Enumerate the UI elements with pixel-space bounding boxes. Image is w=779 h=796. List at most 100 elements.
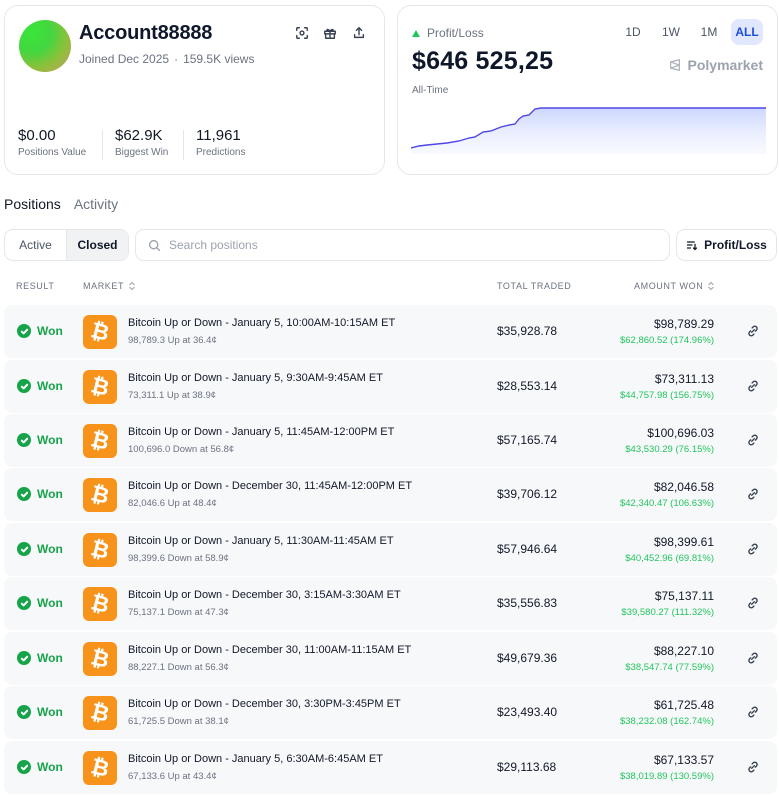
- amount-won-value: $75,137.11: [654, 589, 714, 603]
- stat-label: Predictions: [196, 147, 246, 158]
- result-badge: Won: [17, 542, 63, 556]
- range-tab-1m[interactable]: 1M: [693, 19, 725, 45]
- amount-won-value: $73,311.13: [654, 372, 714, 386]
- total-traded-value: $28,553.14: [497, 379, 558, 393]
- table-row[interactable]: Won ₿ Bitcoin Up or Down - December 30, …: [4, 577, 777, 630]
- market-title[interactable]: Bitcoin Up or Down - January 5, 11:30AM-…: [128, 535, 394, 547]
- market-title[interactable]: Bitcoin Up or Down - January 5, 6:30AM-6…: [128, 753, 383, 765]
- table-row[interactable]: Won ₿ Bitcoin Up or Down - December 30, …: [4, 468, 777, 521]
- link-icon[interactable]: [746, 433, 760, 447]
- table-row[interactable]: Won ₿ Bitcoin Up or Down - January 5, 9:…: [4, 360, 777, 413]
- table-row[interactable]: Won ₿ Bitcoin Up or Down - January 5, 6:…: [4, 741, 777, 794]
- column-header-result: RESULT: [16, 281, 55, 291]
- result-badge: Won: [17, 651, 63, 665]
- result-label: Won: [37, 487, 63, 501]
- stat-label: Positions Value: [18, 147, 87, 158]
- joined-date: Joined Dec 2025: [79, 52, 170, 66]
- check-circle-icon: [17, 487, 31, 501]
- result-badge: Won: [17, 487, 63, 501]
- tab-activity[interactable]: Activity: [74, 196, 118, 212]
- link-icon[interactable]: [746, 596, 760, 610]
- amount-won-value: $61,725.48: [653, 698, 714, 712]
- result-label: Won: [37, 651, 63, 665]
- total-traded-value: $39,706.12: [497, 487, 558, 501]
- link-icon[interactable]: [746, 542, 760, 556]
- result-badge: Won: [17, 433, 63, 447]
- filter-active-button[interactable]: Active: [5, 230, 66, 260]
- result-label: Won: [37, 760, 63, 774]
- profit-value: $38,547.74 (77.59%): [625, 662, 714, 673]
- market-position-detail: 98,399.6 Down at 58.9¢: [128, 553, 229, 564]
- share-upload-icon[interactable]: [350, 24, 368, 42]
- market-title[interactable]: Bitcoin Up or Down - December 30, 11:45A…: [128, 480, 412, 492]
- profit-value: $42,340.47 (106.63%): [619, 498, 714, 509]
- link-icon[interactable]: [746, 379, 760, 393]
- polymarket-brand: Polymarket: [668, 57, 763, 73]
- column-header-amount-won[interactable]: AMOUNT WON: [634, 281, 715, 291]
- main-tabs: Positions Activity: [4, 196, 118, 212]
- link-icon[interactable]: [746, 651, 760, 665]
- filter-closed-button[interactable]: Closed: [66, 230, 128, 260]
- result-badge: Won: [17, 324, 63, 338]
- range-tab-all[interactable]: ALL: [731, 19, 763, 45]
- profit-value: $40,452.96 (69.81%): [625, 553, 714, 564]
- profit-value: $44,757.98 (156.75%): [619, 390, 714, 401]
- search-input[interactable]: [169, 238, 669, 252]
- market-title[interactable]: Bitcoin Up or Down - December 30, 3:30PM…: [128, 698, 401, 710]
- table-row[interactable]: Won ₿ Bitcoin Up or Down - January 5, 11…: [4, 414, 777, 467]
- divider: [183, 130, 184, 160]
- result-label: Won: [37, 433, 63, 447]
- table-row[interactable]: Won ₿ Bitcoin Up or Down - December 30, …: [4, 686, 777, 739]
- tab-positions[interactable]: Positions: [4, 196, 61, 212]
- search-icon: [148, 239, 161, 251]
- result-label: Won: [37, 379, 63, 393]
- check-circle-icon: [17, 324, 31, 338]
- sort-profit-loss-button[interactable]: Profit/Loss: [676, 229, 777, 261]
- search-box: [135, 229, 670, 261]
- table-row[interactable]: Won ₿ Bitcoin Up or Down - December 30, …: [4, 632, 777, 685]
- check-circle-icon: [17, 433, 31, 447]
- link-icon[interactable]: [746, 487, 760, 501]
- divider: [102, 130, 103, 160]
- profit-loss-range-label: All-Time: [412, 85, 449, 96]
- total-traded-value: $57,946.64: [497, 542, 558, 556]
- bitcoin-icon: ₿: [83, 424, 117, 458]
- table-row[interactable]: Won ₿ Bitcoin Up or Down - January 5, 11…: [4, 523, 777, 576]
- market-title[interactable]: Bitcoin Up or Down - January 5, 9:30AM-9…: [128, 372, 383, 384]
- bitcoin-icon: ₿: [83, 696, 117, 730]
- stat-positions-value: $0.00 Positions Value: [18, 127, 86, 158]
- result-label: Won: [37, 705, 63, 719]
- scan-icon[interactable]: [293, 24, 311, 42]
- amount-won-value: $98,399.61: [653, 535, 714, 549]
- profit-loss-label: Profit/Loss: [427, 26, 484, 40]
- bitcoin-icon: ₿: [83, 478, 117, 512]
- link-icon[interactable]: [746, 324, 760, 338]
- check-circle-icon: [17, 651, 31, 665]
- market-title[interactable]: Bitcoin Up or Down - January 5, 11:45AM-…: [128, 426, 394, 438]
- total-traded-value: $29,113.68: [497, 760, 557, 774]
- column-header-market[interactable]: MARKET: [83, 281, 136, 291]
- link-icon[interactable]: [746, 760, 760, 774]
- link-icon[interactable]: [746, 705, 760, 719]
- result-badge: Won: [17, 705, 63, 719]
- polymarket-logo-icon: [669, 58, 680, 72]
- stat-value: $62.9K: [115, 127, 163, 144]
- market-title[interactable]: Bitcoin Up or Down - December 30, 3:15AM…: [128, 589, 401, 601]
- market-position-detail: 73,311.1 Up at 38.9¢: [128, 390, 217, 401]
- profit-loss-value: $646 525,25: [412, 47, 554, 75]
- profile-meta: Joined Dec 2025 · 159.5K views: [79, 52, 255, 66]
- avatar[interactable]: [19, 20, 71, 72]
- gift-icon[interactable]: [321, 24, 339, 42]
- market-position-detail: 61,725.5 Down at 38.1¢: [128, 716, 229, 727]
- market-title[interactable]: Bitcoin Up or Down - January 5, 10:00AM-…: [128, 317, 395, 329]
- stat-value: 11,961: [196, 127, 241, 144]
- stat-label: Biggest Win: [115, 147, 169, 158]
- range-tab-1w[interactable]: 1W: [655, 19, 687, 45]
- range-tab-1d[interactable]: 1D: [617, 19, 649, 45]
- table-row[interactable]: Won ₿ Bitcoin Up or Down - January 5, 10…: [4, 305, 777, 358]
- market-title[interactable]: Bitcoin Up or Down - December 30, 11:00A…: [128, 644, 411, 656]
- profit-loss-chart: [411, 107, 766, 154]
- market-position-detail: 75,137.1 Down at 47.3¢: [128, 607, 229, 618]
- total-traded-value: $57,165.74: [497, 433, 558, 447]
- result-label: Won: [37, 596, 63, 610]
